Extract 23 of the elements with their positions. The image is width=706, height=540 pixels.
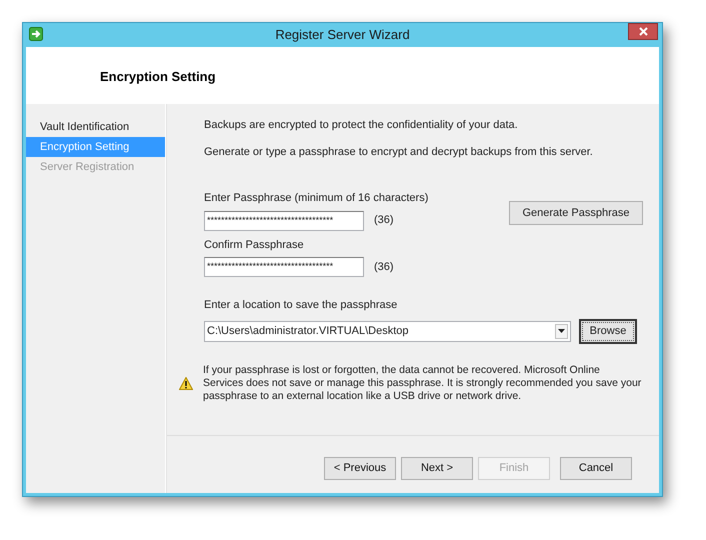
step-item[interactable]: Vault Identification	[26, 117, 165, 137]
location-dropdown[interactable]: C:\Users\administrator.VIRTUAL\Desktop	[204, 320, 571, 342]
field-label: Confirm Passphrase	[204, 238, 305, 252]
character-count: (36)	[374, 213, 394, 228]
app-icon	[29, 27, 43, 41]
window-title: Register Server Wizard	[275, 26, 410, 44]
page-heading: Encryption Setting	[100, 68, 216, 86]
close-icon	[638, 27, 648, 36]
passphrase-field[interactable]: ************************************	[204, 257, 364, 277]
generate-passphrase-button[interactable]: Generate Passphrase	[509, 201, 643, 225]
intro-text: Generate or type a passphrase to encrypt and decrypt backups from this server.	[204, 144, 594, 160]
browse-button[interactable]: Browse	[579, 318, 637, 344]
passphrase-field[interactable]: ************************************	[204, 210, 364, 230]
close-button[interactable]	[628, 23, 658, 40]
wizard-button[interactable]: Cancel	[560, 457, 632, 480]
wizard-button[interactable]: < Previous	[324, 457, 396, 480]
warning-text: If your passphrase is lost or forgotten, the data cannot be recovered. Microsoft Online Services does not save or manage this passphrase. It is strongly recommended you save your passphrase to an external location like a USB drive or network drive.	[203, 364, 642, 402]
field-label: Enter a location to save the passphrase	[204, 298, 398, 313]
field-label: Enter Passphrase (minimum of 16 characters)	[204, 191, 430, 206]
warning-icon	[179, 376, 193, 390]
character-count: (36)	[374, 260, 394, 275]
wizard-button[interactable]: Next >	[401, 457, 473, 480]
intro-text: Backups are encrypted to protect the confidentiality of your data.	[204, 118, 519, 133]
